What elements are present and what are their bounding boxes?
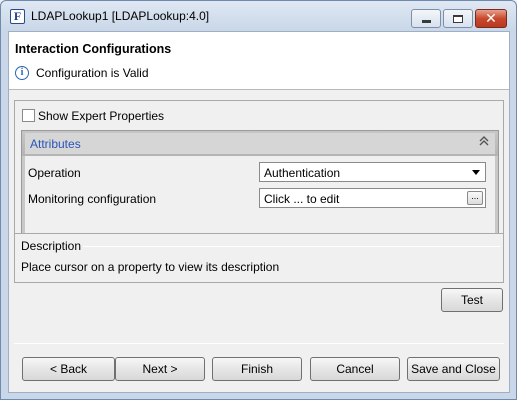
show-expert-checkbox[interactable] — [22, 109, 35, 122]
maximize-icon — [453, 14, 463, 23]
header-area: Interaction Configurations i Configurati… — [9, 32, 509, 90]
dialog-content: Interaction Configurations i Configurati… — [8, 31, 510, 393]
edit-ellipsis-button[interactable]: ... — [467, 191, 483, 205]
monitoring-configuration-field[interactable]: Click ... to edit ... — [259, 188, 486, 208]
test-button[interactable]: Test — [441, 288, 503, 312]
window-title: LDAPLookup1 [LDAPLookup:4.0] — [31, 9, 210, 23]
footer-divider — [14, 343, 504, 344]
description-text: Place cursor on a property to view its d… — [21, 260, 280, 274]
monitoring-configuration-label: Monitoring configuration — [28, 192, 157, 206]
next-button[interactable]: Next > — [115, 357, 205, 381]
minimize-icon — [421, 20, 431, 23]
info-icon: i — [15, 66, 29, 80]
cancel-button[interactable]: Cancel — [310, 357, 400, 381]
description-title: Description — [21, 239, 82, 253]
show-expert-label[interactable]: Show Expert Properties — [38, 109, 164, 123]
app-icon: F — [10, 9, 25, 24]
operation-dropdown[interactable]: Authentication — [259, 162, 486, 182]
finish-button[interactable]: Finish — [212, 357, 302, 381]
title-bar[interactable]: F LDAPLookup1 [LDAPLookup:4.0] ✕ — [1, 1, 516, 31]
back-button[interactable]: < Back — [22, 357, 115, 381]
operation-label: Operation — [28, 166, 81, 180]
attributes-body: Operation Authentication Monitoring conf… — [25, 156, 495, 245]
save-and-close-button[interactable]: Save and Close — [407, 357, 500, 381]
description-panel: Description Place cursor on a property t… — [14, 233, 504, 283]
chevron-down-icon — [472, 170, 480, 175]
dialog-window: F LDAPLookup1 [LDAPLookup:4.0] ✕ Interac… — [0, 0, 517, 400]
collapse-icon[interactable] — [479, 136, 489, 147]
description-divider — [83, 246, 500, 247]
close-button[interactable]: ✕ — [475, 9, 507, 28]
validation-status: Configuration is Valid — [36, 66, 149, 80]
attributes-header[interactable]: Attributes — [22, 131, 498, 156]
close-icon: ✕ — [485, 10, 497, 27]
page-title: Interaction Configurations — [15, 42, 172, 56]
minimize-button[interactable] — [411, 9, 441, 28]
maximize-button[interactable] — [443, 9, 473, 28]
monitoring-configuration-value: Click ... to edit — [264, 192, 340, 206]
attributes-title: Attributes — [30, 137, 81, 151]
operation-value: Authentication — [264, 166, 341, 180]
